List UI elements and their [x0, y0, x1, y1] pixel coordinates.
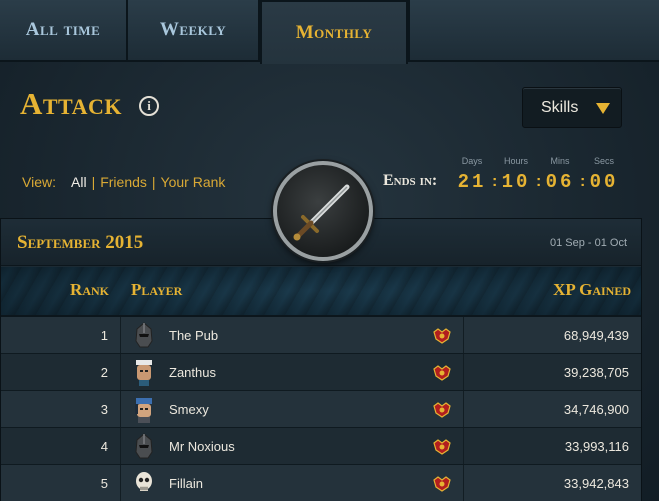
countdown-secs-value: 00	[589, 171, 619, 193]
clan-badge-icon	[433, 476, 451, 492]
countdown-hours-value: 10	[501, 171, 531, 193]
caret-down-icon	[596, 103, 610, 114]
player-name-link[interactable]: Fillain	[169, 476, 203, 491]
separator: |	[91, 174, 96, 190]
rank-column-header: Rank	[70, 280, 109, 299]
countdown-mins-label: Mins	[550, 156, 570, 166]
leaderboard-page: All time Weekly Monthly Attack i Skills …	[0, 0, 659, 501]
table-row: 3 Smexy 34,746,900	[1, 391, 641, 428]
player-cell: Mr Noxious	[121, 428, 464, 464]
view-filter: All | Friends | Your Rank	[71, 174, 225, 190]
page-title: Attack	[20, 86, 122, 121]
player-name-link[interactable]: The Pub	[169, 328, 218, 343]
player-cell: The Pub	[121, 317, 464, 353]
column-header: Rank Player XP Gained	[1, 267, 641, 317]
countdown-days-label: Days	[461, 156, 483, 166]
table-row: 5 Fillain 33,942,843	[1, 465, 641, 501]
countdown-mins-value: 06	[545, 171, 575, 193]
countdown-secs: Secs 00	[587, 156, 621, 193]
player-cell: Smexy	[121, 391, 464, 427]
date-range: 01 Sep - 01 Oct	[549, 237, 627, 249]
countdown-colon: :	[536, 173, 542, 190]
countdown-colon: :	[580, 173, 586, 190]
sword-icon	[293, 184, 350, 241]
rank-cell: 4	[1, 428, 121, 464]
clan-badge-icon	[433, 402, 451, 418]
player-name-link[interactable]: Zanthus	[169, 365, 216, 380]
xp-cell: 68,949,439	[563, 328, 629, 343]
clan-badge-icon	[433, 365, 451, 381]
tab-bar-filler	[408, 0, 659, 62]
clan-badge-icon	[433, 328, 451, 344]
table-row: 4 Mr Noxious 33,993,116	[1, 428, 641, 465]
xp-cell: 39,238,705	[563, 365, 629, 380]
view-friends-link[interactable]: Friends	[100, 174, 147, 190]
bandana-avatar	[135, 398, 152, 423]
view-all-link[interactable]: All	[71, 174, 87, 190]
ends-in-label: Ends in:	[383, 172, 438, 189]
skills-dropdown[interactable]: Skills	[522, 87, 622, 128]
leaderboard-rows: 1 The Pub 68,949,439 2 Zanthus 39,238,70…	[1, 317, 641, 501]
player-name-link[interactable]: Smexy	[169, 402, 209, 417]
countdown-hours-label: Hours	[503, 156, 528, 166]
info-icon[interactable]: i	[139, 96, 159, 116]
countdown-days: Days 21	[455, 156, 489, 193]
player-cell: Zanthus	[121, 354, 464, 390]
skull-avatar	[136, 472, 152, 491]
rank-cell: 3	[1, 391, 121, 427]
skill-medallion	[273, 161, 373, 261]
helm-avatar	[135, 433, 153, 459]
rank-cell: 1	[1, 317, 121, 353]
countdown-colon: :	[492, 173, 498, 190]
helm-avatar	[135, 322, 153, 348]
player-cell: Fillain	[121, 465, 464, 501]
face-avatar	[136, 360, 152, 386]
skills-dropdown-label: Skills	[541, 98, 579, 116]
player-name-link[interactable]: Mr Noxious	[169, 439, 235, 454]
xp-cell: 34,746,900	[563, 402, 629, 417]
clan-badge-icon	[433, 439, 451, 455]
xp-column-header: XP Gained	[553, 280, 631, 299]
tab-all-time[interactable]: All time	[0, 0, 128, 62]
period-tabs: All time Weekly Monthly	[0, 0, 659, 64]
tab-weekly[interactable]: Weekly	[128, 0, 260, 62]
view-label: View:	[22, 174, 56, 190]
xp-cell: 33,993,116	[564, 439, 629, 454]
countdown-hours: Hours 10	[499, 156, 533, 193]
month-title: September 2015	[17, 232, 144, 253]
table-row: 1 The Pub 68,949,439	[1, 317, 641, 354]
rank-cell: 2	[1, 354, 121, 390]
tab-monthly[interactable]: Monthly	[260, 0, 408, 64]
player-column-header: Player	[131, 280, 183, 299]
countdown-timer: Days 21 : Hours 10 : Mins 06 : Secs 00	[455, 156, 625, 196]
xp-cell: 33,942,843	[563, 476, 629, 491]
rank-cell: 5	[1, 465, 121, 501]
separator: |	[151, 174, 156, 190]
table-row: 2 Zanthus 39,238,705	[1, 354, 641, 391]
countdown-days-value: 21	[457, 171, 487, 193]
countdown-secs-label: Secs	[593, 156, 614, 166]
view-your-rank-link[interactable]: Your Rank	[161, 174, 226, 190]
countdown-mins: Mins 06	[543, 156, 577, 193]
